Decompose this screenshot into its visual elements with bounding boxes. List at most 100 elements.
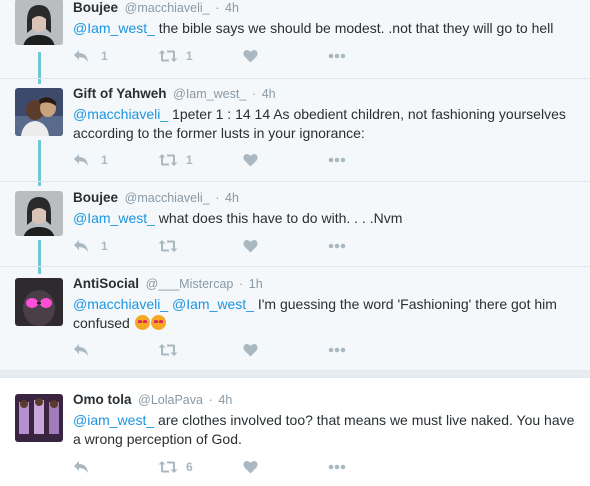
retweet-icon: [158, 343, 178, 357]
tweet[interactable]: Omo tola @LolaPava · 4h @iam_west_ are c…: [0, 392, 590, 486]
retweet-icon: [158, 153, 178, 167]
tweet-timestamp[interactable]: 1h: [249, 277, 263, 291]
tweet-text: @macchiaveli_ @Iam_west_ I'm guessing th…: [73, 295, 582, 333]
avatar[interactable]: [15, 88, 63, 136]
mention-link[interactable]: @Iam_west_: [172, 296, 254, 312]
retweet-button[interactable]: 1: [158, 153, 243, 167]
tweet-actions: 11: [73, 47, 413, 65]
author-handle[interactable]: @LolaPava: [138, 393, 203, 407]
smiling-blush-emoji-icon: [134, 315, 150, 330]
more-button[interactable]: [328, 243, 413, 249]
retweet-count: 6: [186, 460, 193, 474]
more-icon: [328, 464, 346, 470]
more-button[interactable]: [328, 157, 413, 163]
author-handle[interactable]: @Iam_west_: [173, 87, 246, 101]
mention-link[interactable]: @macchiaveli_: [73, 106, 168, 122]
like-button[interactable]: [243, 343, 328, 357]
retweet-button[interactable]: [158, 239, 243, 253]
more-icon: [328, 53, 346, 59]
tweet-text: @Iam_west_ what does this have to do wit…: [73, 209, 582, 228]
tweet-timestamp[interactable]: 4h: [218, 393, 232, 407]
heart-icon: [243, 239, 258, 253]
heart-icon: [243, 49, 258, 63]
more-icon: [328, 243, 346, 249]
tweet-timestamp[interactable]: 4h: [225, 1, 239, 15]
author-name[interactable]: Boujee: [73, 190, 118, 205]
separator-dot: ·: [208, 393, 213, 407]
tweet-divider: [0, 78, 590, 79]
retweet-button[interactable]: 6: [158, 460, 243, 474]
reply-button[interactable]: [73, 343, 158, 357]
tweet[interactable]: Boujee @macchiaveli_ · 4h @Iam_west_ wha…: [0, 190, 590, 266]
author-handle[interactable]: @macchiaveli_: [125, 191, 210, 205]
tweet-actions: 1: [73, 237, 413, 255]
author-handle[interactable]: @___Mistercap: [146, 277, 234, 291]
tweet-timestamp[interactable]: 4h: [225, 191, 239, 205]
tweet-actions: 11: [73, 151, 413, 169]
like-button[interactable]: [243, 460, 328, 474]
conversation-divider: [0, 370, 590, 378]
like-button[interactable]: [243, 153, 328, 167]
tweet-actions: 6: [73, 458, 413, 476]
tweet-text: @macchiaveli_ 1peter 1 : 14 14 As obedie…: [73, 105, 582, 143]
tweet-timestamp[interactable]: 4h: [262, 87, 276, 101]
tweet-divider: [0, 266, 590, 267]
heart-icon: [243, 153, 258, 167]
avatar[interactable]: [15, 394, 63, 442]
reply-button[interactable]: 1: [73, 49, 158, 63]
retweet-count: 1: [186, 49, 193, 63]
reply-count: 1: [101, 49, 108, 63]
retweet-icon: [158, 460, 178, 474]
tweet[interactable]: Gift of Yahweh @Iam_west_ · 4h @macchiav…: [0, 84, 590, 181]
tweet-text: @Iam_west_ the bible says we should be m…: [73, 19, 582, 38]
like-button[interactable]: [243, 49, 328, 63]
separator-dot: ·: [251, 87, 257, 101]
separator-dot: ·: [215, 1, 220, 15]
reply-count: 1: [101, 239, 108, 253]
reply-icon: [73, 49, 89, 63]
retweet-button[interactable]: [158, 343, 243, 357]
heart-icon: [243, 343, 258, 357]
separator-dot: ·: [239, 277, 244, 291]
tweet-divider: [0, 181, 590, 182]
reply-button[interactable]: 1: [73, 153, 158, 167]
separator-dot: ·: [215, 191, 220, 205]
reply-icon: [73, 239, 89, 253]
more-icon: [328, 347, 346, 353]
mention-link[interactable]: @iam_west_: [73, 412, 154, 428]
like-button[interactable]: [243, 239, 328, 253]
retweet-icon: [158, 49, 178, 63]
mention-link[interactable]: @Iam_west_: [73, 20, 155, 36]
mention-link[interactable]: @macchiaveli_: [73, 296, 168, 312]
reply-button[interactable]: 1: [73, 239, 158, 253]
tweet-actions: [73, 341, 413, 359]
tweet-text-segment: the bible says we should be modest. .not…: [154, 20, 554, 36]
reply-icon: [73, 343, 89, 357]
retweet-button[interactable]: 1: [158, 49, 243, 63]
more-button[interactable]: [328, 53, 413, 59]
author-handle[interactable]: @macchiaveli_: [125, 1, 210, 15]
author-name[interactable]: Omo tola: [73, 392, 132, 407]
avatar[interactable]: [15, 278, 63, 326]
reply-count: 1: [101, 153, 108, 167]
tweet-text: @iam_west_ are clothes involved too? tha…: [73, 411, 582, 449]
reply-button[interactable]: [73, 460, 158, 474]
smiling-blush-emoji-icon: [150, 315, 166, 330]
tweet[interactable]: Boujee @macchiaveli_ · 4h @Iam_west_ the…: [0, 0, 590, 78]
retweet-count: 1: [186, 153, 193, 167]
avatar[interactable]: [15, 0, 63, 45]
tweet[interactable]: AntiSocial @___Mistercap · 1h @macchiave…: [0, 276, 590, 370]
avatar[interactable]: [15, 191, 63, 236]
tweet-text-segment: what does this have to do with. . . .Nvm: [154, 210, 403, 226]
more-icon: [328, 157, 346, 163]
reply-icon: [73, 460, 89, 474]
reply-icon: [73, 153, 89, 167]
heart-icon: [243, 460, 258, 474]
mention-link[interactable]: @Iam_west_: [73, 210, 155, 226]
author-name[interactable]: AntiSocial: [73, 276, 139, 291]
more-button[interactable]: [328, 464, 413, 470]
author-name[interactable]: Gift of Yahweh: [73, 86, 167, 101]
more-button[interactable]: [328, 347, 413, 353]
retweet-icon: [158, 239, 178, 253]
author-name[interactable]: Boujee: [73, 0, 118, 15]
